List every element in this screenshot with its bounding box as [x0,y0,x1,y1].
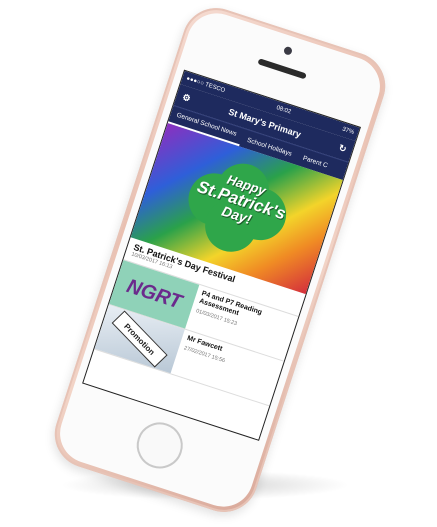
refresh-icon[interactable]: ↻ [337,142,348,155]
iphone-device: ●●●○○ TESCO 08:02 37% ⚙ St Mary's Primar… [45,0,395,521]
clock: 08:02 [275,105,292,116]
gear-icon[interactable]: ⚙ [181,91,192,104]
app-screen: ●●●○○ TESCO 08:02 37% ⚙ St Mary's Primar… [82,69,361,441]
battery-level: 37% [341,126,355,136]
